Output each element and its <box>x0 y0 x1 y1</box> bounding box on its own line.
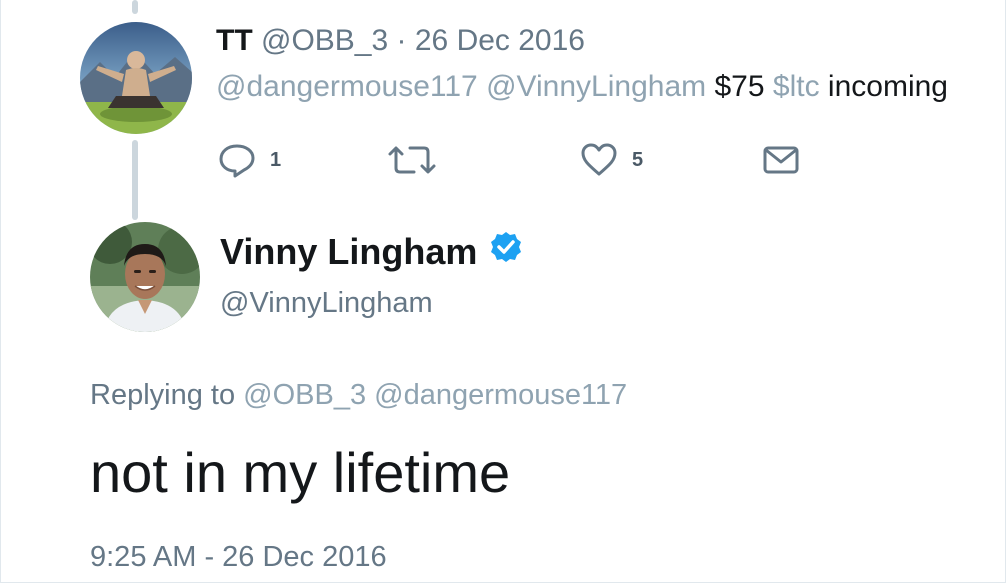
like-count: 5 <box>632 148 644 171</box>
thread-line-top <box>132 0 138 14</box>
parent-date[interactable]: 26 Dec 2016 <box>415 24 585 57</box>
reply-icon <box>218 142 256 178</box>
envelope-icon <box>762 142 800 178</box>
parent-mention-dangermouse117[interactable]: @dangermouse117 <box>216 70 478 103</box>
parent-handle[interactable]: @OBB_3 <box>261 24 388 57</box>
verified-badge-icon <box>489 230 523 273</box>
replying-mention-dangermouse117[interactable]: @dangermouse117 <box>374 379 627 411</box>
thread-line-connector <box>132 140 138 220</box>
retweet-icon <box>384 142 440 178</box>
parent-tweet-header: TT @OBB_3 · 26 Dec 2016 <box>216 24 585 58</box>
parent-tweet-text: @dangermouse117 @VinnyLingham $75 $ltc i… <box>216 70 948 104</box>
main-tweet-timestamp[interactable]: 9:25 AM - 26 Dec 2016 <box>90 540 387 574</box>
direct-message-button[interactable] <box>762 140 800 180</box>
parent-display-name[interactable]: TT <box>216 24 253 57</box>
reply-count: 1 <box>270 148 282 171</box>
replying-prefix: Replying to <box>90 379 236 411</box>
main-handle[interactable]: @VinnyLingham <box>220 286 433 320</box>
replying-mention-obb3[interactable]: @OBB_3 <box>243 379 366 411</box>
parent-tail-text: incoming <box>827 70 948 103</box>
heart-icon <box>580 142 618 178</box>
like-button[interactable]: 5 <box>580 140 643 180</box>
replying-to-line: Replying to @OBB_3 @dangermouse117 <box>90 378 627 412</box>
parent-cashtag-ltc[interactable]: $ltc <box>773 70 820 103</box>
main-display-name[interactable]: Vinny Lingham <box>220 231 477 273</box>
main-avatar[interactable] <box>90 222 200 332</box>
parent-avatar[interactable] <box>80 22 192 134</box>
main-display-name-row: Vinny Lingham <box>220 230 523 273</box>
parent-separator: · <box>388 24 415 57</box>
reply-button[interactable]: 1 <box>218 140 281 180</box>
retweet-button[interactable] <box>384 140 440 180</box>
parent-price-text: $75 <box>714 70 765 103</box>
parent-mention-vinnylingham[interactable]: @VinnyLingham <box>486 70 706 103</box>
main-tweet-text: not in my lifetime <box>90 441 511 504</box>
